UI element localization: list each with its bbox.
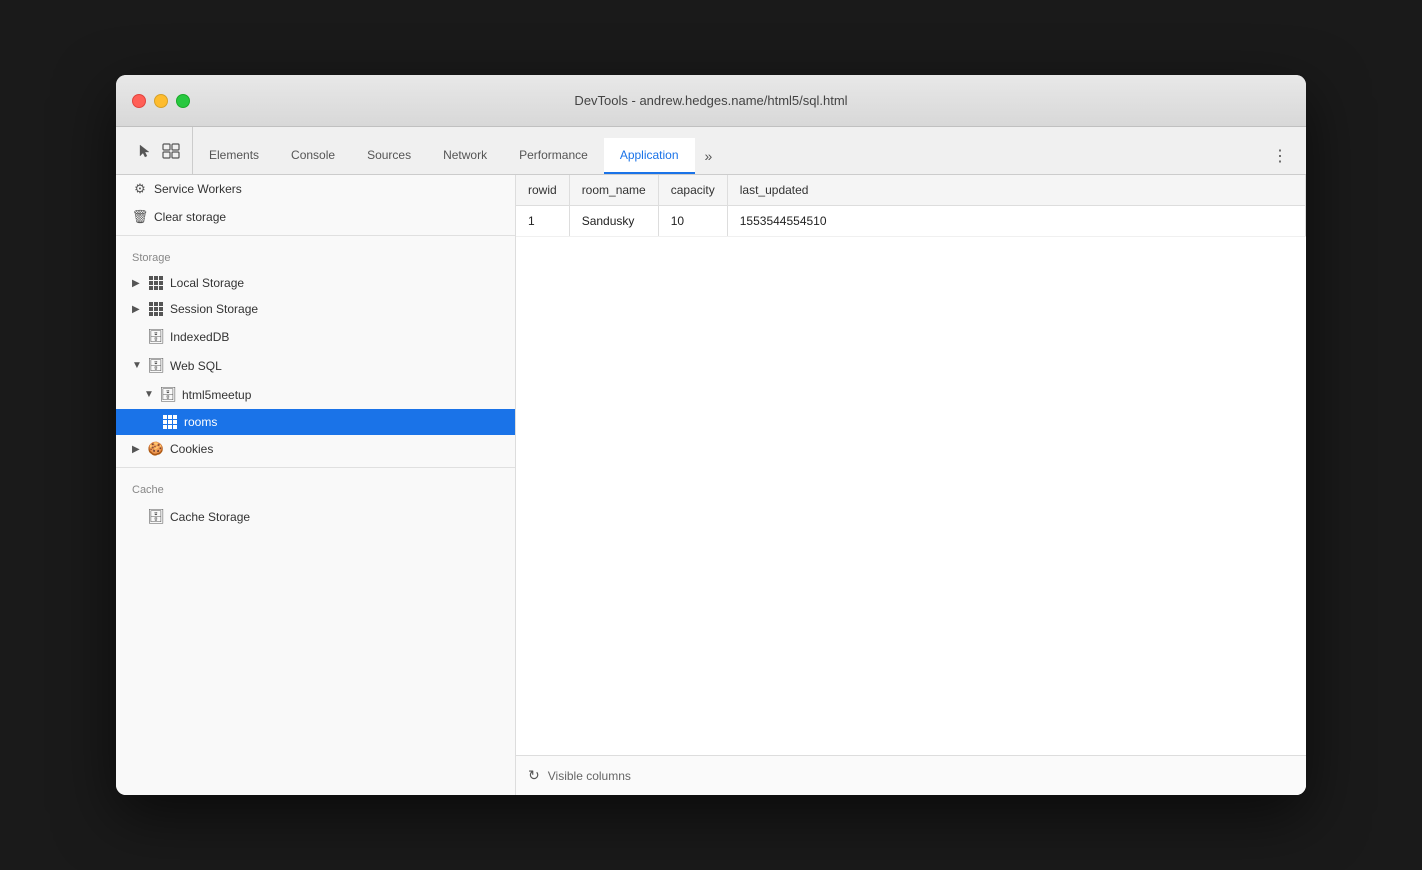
devtools-window: DevTools - andrew.hedges.name/html5/sql.… bbox=[116, 75, 1306, 795]
cell-room_name: Sandusky bbox=[569, 206, 658, 237]
clear-storage-label: Clear storage bbox=[154, 210, 226, 224]
tab-menu-button[interactable]: ⋮ bbox=[1262, 138, 1298, 174]
expand-session-storage-arrow[interactable]: ▶ bbox=[132, 304, 142, 315]
maximize-button[interactable] bbox=[176, 94, 190, 108]
sidebar-item-indexeddb[interactable]: 🗄 IndexedDB bbox=[116, 322, 515, 351]
table-footer: ↻ Visible columns bbox=[516, 755, 1306, 795]
web-sql-icon: 🗄 bbox=[148, 357, 164, 374]
col-capacity: capacity bbox=[658, 175, 727, 206]
divider-1 bbox=[116, 235, 515, 236]
rooms-table: rowid room_name capacity last_updated bbox=[516, 175, 1306, 237]
indexeddb-icon: 🗄 bbox=[148, 328, 164, 345]
rooms-label: rooms bbox=[184, 415, 217, 429]
sidebar-item-cache-storage[interactable]: 🗄 Cache Storage bbox=[116, 502, 515, 531]
refresh-icon[interactable]: ↻ bbox=[528, 767, 540, 784]
gear-icon: ⚙ bbox=[132, 181, 148, 197]
local-storage-label: Local Storage bbox=[170, 276, 244, 290]
visible-columns-label: Visible columns bbox=[548, 769, 631, 783]
col-last-updated: last_updated bbox=[727, 175, 1305, 206]
tab-sources[interactable]: Sources bbox=[351, 138, 427, 174]
cell-capacity: 10 bbox=[658, 206, 727, 237]
cookies-icon: 🍪 bbox=[148, 441, 164, 457]
table-header-row: rowid room_name capacity last_updated bbox=[516, 175, 1306, 206]
expand-html5meetup-arrow[interactable]: ▼ bbox=[144, 389, 154, 400]
traffic-lights bbox=[132, 94, 190, 108]
sidebar-item-service-workers[interactable]: ⚙ Service Workers bbox=[116, 175, 515, 203]
sidebar-item-web-sql[interactable]: ▼ 🗄 Web SQL bbox=[116, 351, 515, 380]
cookies-label: Cookies bbox=[170, 442, 213, 456]
session-storage-grid-icon bbox=[148, 302, 164, 316]
tab-performance[interactable]: Performance bbox=[503, 138, 604, 174]
cache-section-label: Cache bbox=[116, 472, 515, 502]
cell-rowid: 1 bbox=[516, 206, 569, 237]
sidebar-item-clear-storage[interactable]: 🗑 Clear storage bbox=[116, 203, 515, 231]
col-room-name: room_name bbox=[569, 175, 658, 206]
service-workers-label: Service Workers bbox=[154, 182, 242, 196]
tab-more-button[interactable]: » bbox=[695, 138, 723, 174]
close-button[interactable] bbox=[132, 94, 146, 108]
trash-icon: 🗑 bbox=[132, 209, 148, 225]
data-table: rowid room_name capacity last_updated bbox=[516, 175, 1306, 755]
indexeddb-label: IndexedDB bbox=[170, 330, 229, 344]
cache-storage-icon: 🗄 bbox=[148, 508, 164, 525]
local-storage-grid-icon bbox=[148, 276, 164, 290]
session-storage-label: Session Storage bbox=[170, 302, 258, 316]
divider-2 bbox=[116, 467, 515, 468]
html5meetup-icon: 🗄 bbox=[160, 386, 176, 403]
tab-elements[interactable]: Elements bbox=[193, 138, 275, 174]
table-row: 1Sandusky101553544554510 bbox=[516, 206, 1306, 237]
expand-cookies-arrow[interactable]: ▶ bbox=[132, 444, 142, 455]
sidebar: ⚙ Service Workers 🗑 Clear storage Storag… bbox=[116, 175, 516, 795]
minimize-button[interactable] bbox=[154, 94, 168, 108]
main-panel: rowid room_name capacity last_updated bbox=[516, 175, 1306, 795]
expand-web-sql-arrow[interactable]: ▼ bbox=[132, 360, 142, 371]
expand-local-storage-arrow[interactable]: ▶ bbox=[132, 278, 142, 289]
cursor-icon[interactable] bbox=[134, 140, 156, 162]
main-content: ⚙ Service Workers 🗑 Clear storage Storag… bbox=[116, 175, 1306, 795]
html5meetup-label: html5meetup bbox=[182, 388, 251, 402]
tab-application[interactable]: Application bbox=[604, 138, 695, 174]
sidebar-item-html5meetup[interactable]: ▼ 🗄 html5meetup bbox=[116, 380, 515, 409]
sidebar-item-local-storage[interactable]: ▶ Local Storage bbox=[116, 270, 515, 296]
tab-network[interactable]: Network bbox=[427, 138, 503, 174]
cache-storage-label: Cache Storage bbox=[170, 510, 250, 524]
rooms-grid-icon bbox=[162, 415, 178, 429]
title-bar: DevTools - andrew.hedges.name/html5/sql.… bbox=[116, 75, 1306, 127]
web-sql-label: Web SQL bbox=[170, 359, 222, 373]
tab-console[interactable]: Console bbox=[275, 138, 351, 174]
inspect-icon[interactable] bbox=[160, 140, 182, 162]
window-title: DevTools - andrew.hedges.name/html5/sql.… bbox=[574, 93, 847, 108]
sidebar-item-session-storage[interactable]: ▶ Session Storage bbox=[116, 296, 515, 322]
tab-icon-group bbox=[124, 127, 193, 174]
cell-last_updated: 1553544554510 bbox=[727, 206, 1305, 237]
sidebar-item-rooms[interactable]: rooms bbox=[116, 409, 515, 435]
storage-section-label: Storage bbox=[116, 240, 515, 270]
tabs-bar: Elements Console Sources Network Perform… bbox=[116, 127, 1306, 175]
col-rowid: rowid bbox=[516, 175, 569, 206]
sidebar-item-cookies[interactable]: ▶ 🍪 Cookies bbox=[116, 435, 515, 463]
